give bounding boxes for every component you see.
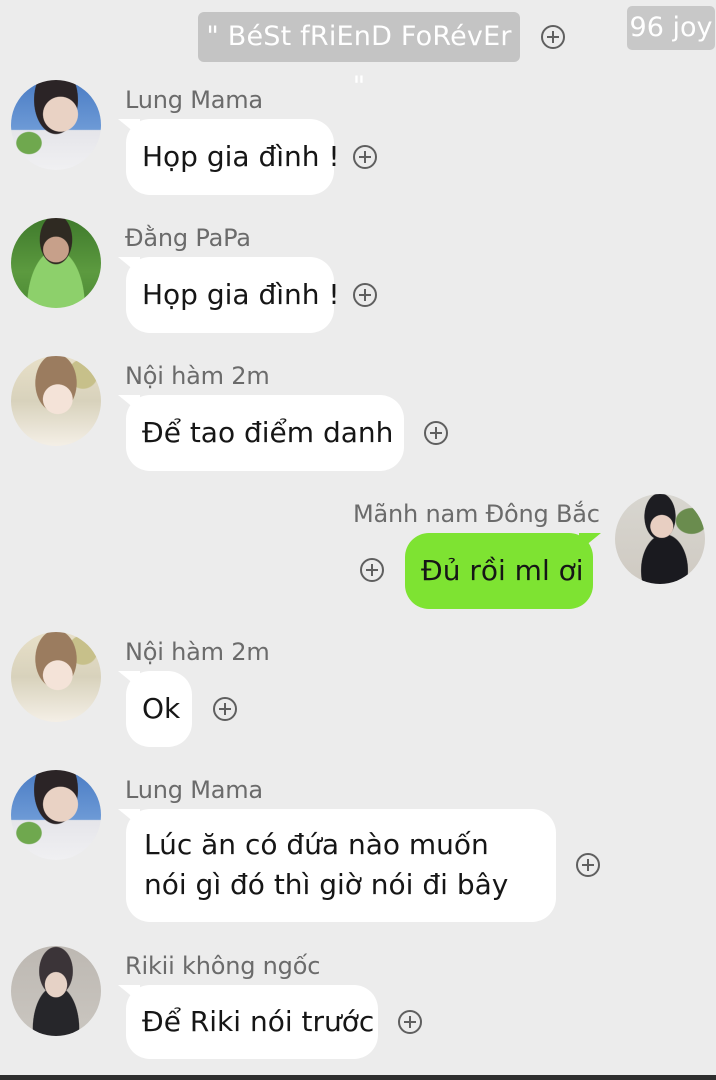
sender-name: Đằng PaPa [125,224,251,252]
message-bubble-outgoing[interactable]: Đủ rồi ml ơi [405,533,601,609]
sender-name: Nội hàm 2m [125,638,270,666]
group-title[interactable]: " BéSt fRiEnD FoRévEr " [198,12,520,102]
message-bubble[interactable]: Để tao điểm danh [118,395,404,471]
manh-nam-avatar[interactable] [615,494,705,584]
reaction-add-icon[interactable] [576,853,600,877]
message-bubble[interactable]: Họp gia đình ! [118,119,340,195]
sender-name: Mãnh nam Đông Bắc [353,500,600,528]
reaction-add-icon[interactable] [360,558,384,582]
reaction-add-icon[interactable] [424,421,448,445]
reaction-add-icon[interactable] [353,145,377,169]
sender-name: Lung Mama [125,776,263,804]
sender-name: Lung Mama [125,86,263,114]
reaction-add-icon[interactable] [398,1010,422,1034]
rikii-avatar[interactable] [11,946,101,1036]
message-bubble[interactable]: Để Riki nói trước [118,985,378,1059]
reaction-add-icon[interactable] [353,283,377,307]
dang-papa-avatar[interactable] [11,218,101,308]
sender-name: Rikii không ngốc [125,952,321,980]
bottom-border [0,1075,716,1080]
message-bubble[interactable]: Ok [118,671,192,747]
noi-ham-avatar[interactable] [11,632,101,722]
reaction-add-icon[interactable] [213,697,237,721]
lung-mama-avatar[interactable] [11,80,101,170]
noi-ham-avatar[interactable] [11,356,101,446]
message-bubble[interactable]: Họp gia đình ! [118,257,340,333]
watermark: 96 joy [627,6,715,50]
add-to-group-icon[interactable] [541,25,565,49]
lung-mama-avatar[interactable] [11,770,101,860]
message-bubble[interactable]: Lúc ăn có đứa nào muốn nói gì đó thì giờ… [118,809,556,922]
sender-name: Nội hàm 2m [125,362,270,390]
